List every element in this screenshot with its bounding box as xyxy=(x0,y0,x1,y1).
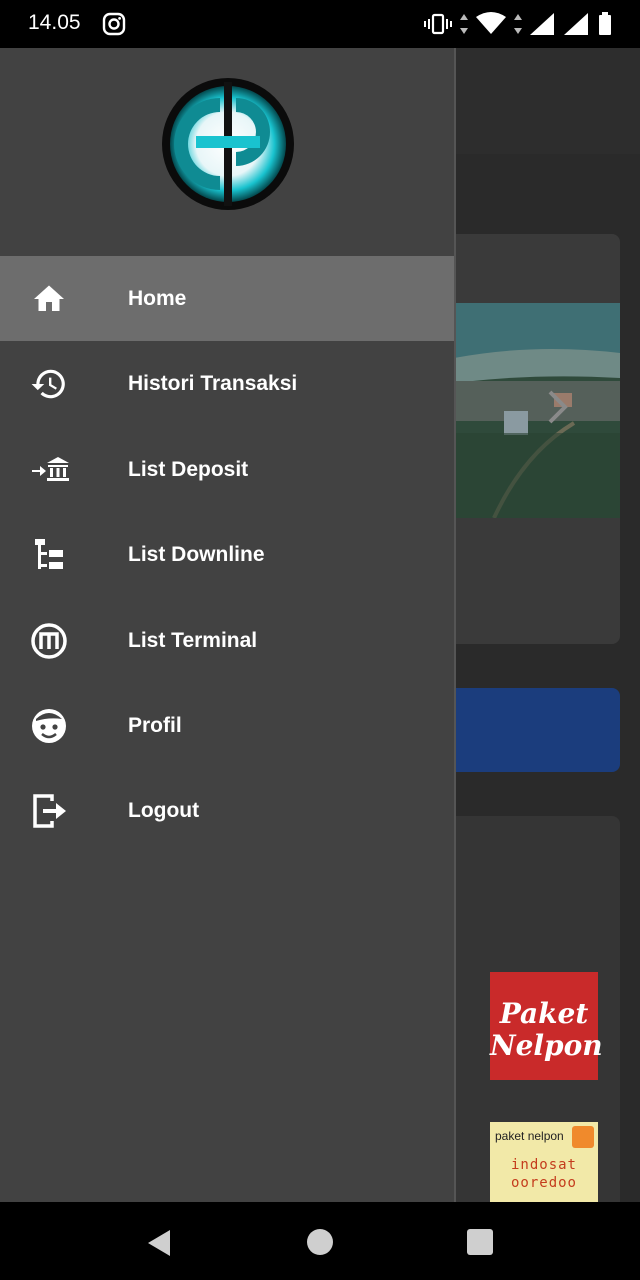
navigation-drawer: Home Histori Transaksi List Deposit List… xyxy=(0,48,456,1202)
menu-item-label: Logout xyxy=(128,799,200,823)
menu-item-list-deposit[interactable]: List Deposit xyxy=(0,427,454,512)
home-circle-icon[interactable] xyxy=(307,1229,333,1255)
promo-paket-nelpon[interactable]: Paket Nelpon xyxy=(490,972,603,1080)
bank-deposit-icon xyxy=(28,449,70,491)
promo-brand: indosat ooredoo xyxy=(510,1157,577,1191)
instagram-icon xyxy=(102,12,126,36)
promo-title: Paket Nelpon xyxy=(490,997,603,1062)
menu-item-list-terminal[interactable]: List Terminal xyxy=(0,598,454,683)
data-arrows-icon xyxy=(460,14,468,34)
menu-item-label: Home xyxy=(128,287,187,310)
signal-icon xyxy=(564,13,588,35)
terminal-m-icon xyxy=(28,620,70,662)
drawer-menu: Home Histori Transaksi List Deposit List… xyxy=(0,256,454,854)
promo-indosat[interactable]: paket nelpon indosat ooredoo xyxy=(490,1122,598,1202)
menu-item-label: Profil xyxy=(128,713,182,737)
system-nav-bar xyxy=(0,1202,640,1280)
recents-icon[interactable] xyxy=(467,1229,493,1255)
logout-icon xyxy=(28,790,70,832)
app-toolbar xyxy=(454,48,640,154)
menu-item-label: List Terminal xyxy=(128,628,258,652)
menu-item-home[interactable]: Home xyxy=(0,256,454,342)
gp-logo xyxy=(162,78,294,210)
face-icon xyxy=(28,705,70,747)
banner-image[interactable] xyxy=(454,303,620,518)
tree-icon xyxy=(28,534,70,576)
menu-item-label: Histori Transaksi xyxy=(128,372,298,396)
menu-item-list-downline[interactable]: List Downline xyxy=(0,512,454,597)
promo-header: paket nelpon xyxy=(495,1129,564,1143)
menu-item-logout[interactable]: Logout xyxy=(0,768,454,853)
vibrate-icon xyxy=(424,13,452,35)
wifi-icon xyxy=(476,12,506,34)
status-bar: 14.05 xyxy=(0,0,640,48)
phone-icon xyxy=(572,1126,594,1148)
back-icon[interactable] xyxy=(146,1228,172,1258)
data-arrows-icon xyxy=(514,14,522,34)
chevron-right-icon[interactable] xyxy=(545,388,571,426)
history-icon xyxy=(28,363,70,405)
home-icon xyxy=(28,278,70,320)
menu-item-label: List Downline xyxy=(128,543,265,567)
battery-icon xyxy=(599,12,611,35)
blue-banner[interactable] xyxy=(454,688,620,772)
menu-item-label: List Deposit xyxy=(128,457,249,481)
status-time: 14.05 xyxy=(28,11,81,34)
menu-item-histori-transaksi[interactable]: Histori Transaksi xyxy=(0,341,454,426)
signal-icon xyxy=(530,13,554,35)
menu-item-profil[interactable]: Profil xyxy=(0,683,454,768)
